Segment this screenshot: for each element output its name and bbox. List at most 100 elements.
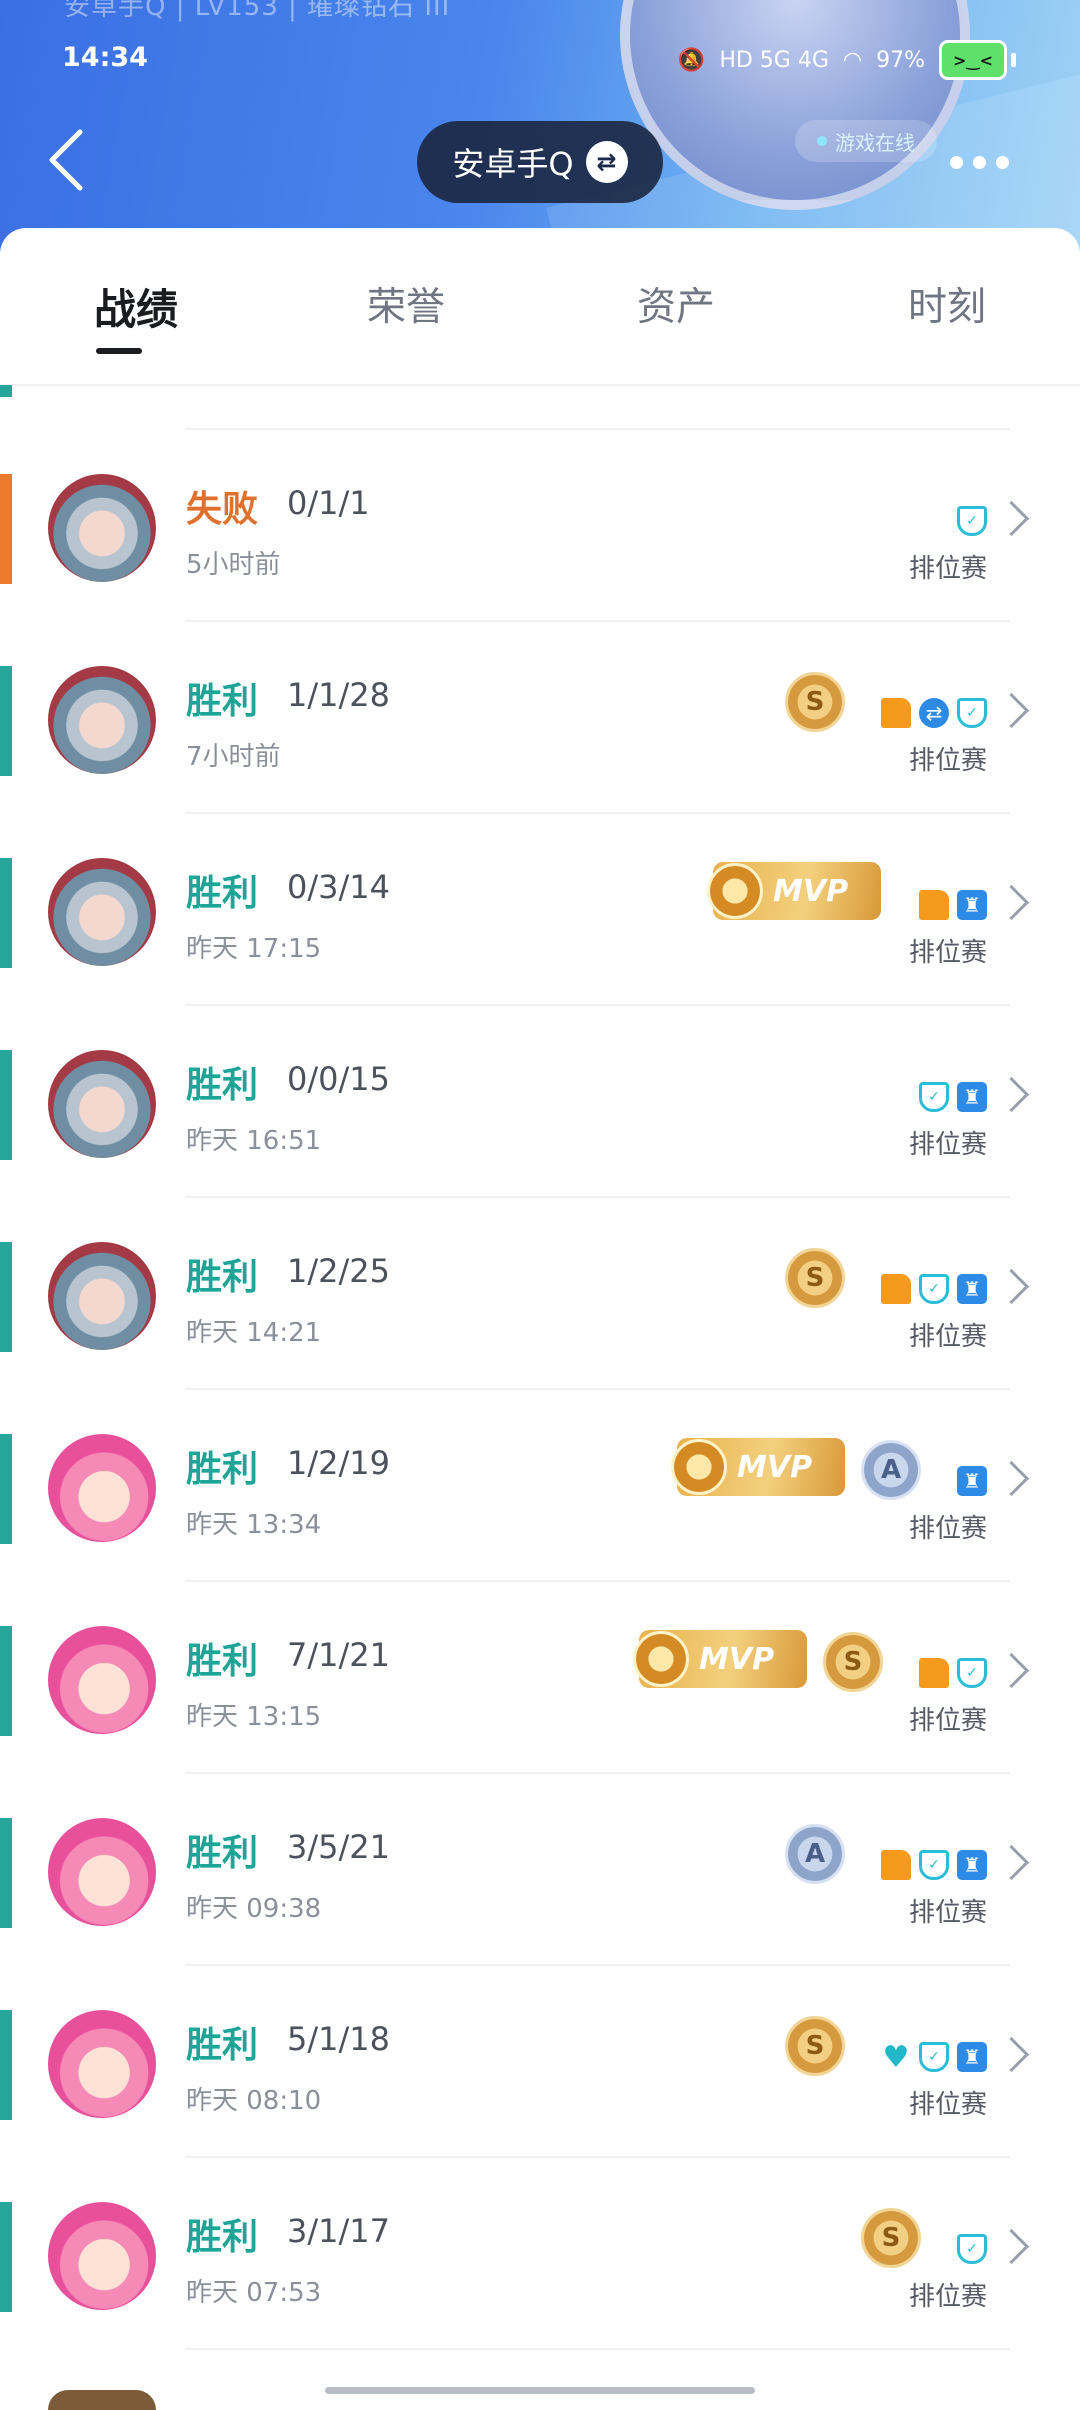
match-result: 胜利 [186, 2217, 259, 2258]
medal-s-icon: S [785, 2016, 845, 2076]
shield-icon: ✓ [957, 1658, 987, 1688]
match-row[interactable]: 胜利 3/5/21 昨天 09:38 排位赛 A ✓ ♜ [0, 1774, 1080, 1966]
hero-avatar [48, 2010, 156, 2118]
match-mode: 排位赛 [908, 1322, 987, 1352]
match-time: 昨天 14:21 [186, 1318, 322, 1348]
battery-icon: >‿< [939, 40, 1007, 80]
tower-icon: ♜ [957, 1466, 987, 1496]
chevron-right-icon [993, 1076, 1030, 1113]
tab-records[interactable]: 战绩 [94, 276, 178, 337]
mvp-badge-icon: MVP [633, 1630, 807, 1688]
match-time: 7小时前 [186, 742, 281, 772]
match-kda: 1/1/28 [287, 676, 390, 714]
home-indicator[interactable] [325, 2387, 755, 2394]
partial-avatar [48, 2390, 156, 2410]
match-row[interactable]: 胜利 1/1/28 7小时前 排位赛 S ⇄ ✓ [0, 622, 1080, 814]
match-mode: 排位赛 [908, 1898, 987, 1928]
match-mode: 排位赛 [908, 1130, 987, 1160]
hero-faint-text: 安卓手Q | LV153 | 璀璨钻石 III [64, 0, 451, 22]
match-row[interactable]: 胜利 7/1/21 昨天 13:15 排位赛 S MVP ✓ [0, 1582, 1080, 1774]
shield-icon: ✓ [919, 1850, 949, 1880]
match-time: 昨天 09:38 [186, 1894, 322, 1924]
match-result: 胜利 [186, 1257, 259, 1298]
match-row[interactable]: 胜利 1/2/25 昨天 14:21 排位赛 S ✓ ♜ [0, 1198, 1080, 1390]
match-mode: 排位赛 [908, 746, 987, 776]
match-kda: 1/2/25 [287, 1252, 390, 1290]
tower-icon: ♜ [957, 2042, 987, 2072]
match-row[interactable]: 胜利 5/1/18 昨天 08:10 排位赛 S ♥ ✓ ♜ [0, 1966, 1080, 2158]
flag-icon [881, 698, 911, 728]
result-accent-bar [0, 666, 12, 776]
match-row[interactable]: 胜利 0/3/14 昨天 17:15 排位赛 MVP ♜ [0, 814, 1080, 1006]
match-mode: 排位赛 [908, 2090, 987, 2120]
partial-row-accent [0, 385, 12, 397]
match-tags: ✓ ♜ [881, 1274, 987, 1304]
medal-s-icon: S [861, 2208, 921, 2268]
match-tags: ♜ [957, 1466, 987, 1496]
match-row[interactable]: 胜利 0/0/15 昨天 16:51 排位赛 ✓ ♜ [0, 1006, 1080, 1198]
row-divider [185, 2348, 1010, 2350]
account-switcher-button[interactable]: 安卓手Q ⇄ [417, 121, 663, 203]
match-kda: 3/1/17 [287, 2212, 390, 2250]
chevron-right-icon [993, 2228, 1030, 2265]
shield-icon: ✓ [919, 2042, 949, 2072]
match-result: 胜利 [186, 1833, 259, 1874]
result-accent-bar [0, 1242, 12, 1352]
mvp-badge-icon: MVP [671, 1438, 845, 1496]
result-accent-bar [0, 858, 12, 968]
result-accent-bar [0, 1818, 12, 1928]
match-tags: ⇄ ✓ [881, 698, 987, 728]
match-result: 胜利 [186, 1065, 259, 1106]
tab-assets[interactable]: 资产 [637, 276, 715, 332]
tab-active-indicator [96, 348, 142, 354]
hero-avatar [48, 1050, 156, 1158]
match-row[interactable]: 胜利 3/1/17 昨天 07:53 排位赛 S ✓ [0, 2158, 1080, 2350]
tower-icon: ♜ [957, 1850, 987, 1880]
shield-icon: ✓ [919, 1274, 949, 1304]
mute-icon: 🔕 [677, 47, 706, 73]
medal-s-icon: S [823, 1632, 883, 1692]
match-time: 昨天 13:15 [186, 1702, 322, 1732]
match-result: 胜利 [186, 873, 259, 914]
tab-honors[interactable]: 荣誉 [367, 276, 445, 332]
wifi-icon: ◠ [842, 47, 863, 73]
match-mode: 排位赛 [908, 2282, 987, 2312]
shield-icon: ✓ [957, 506, 987, 536]
match-tags: ✓ ♜ [881, 1850, 987, 1880]
back-arrow-icon[interactable] [46, 128, 86, 192]
shield-icon: ✓ [957, 698, 987, 728]
more-options-icon[interactable] [950, 156, 1009, 169]
swap-icon: ⇄ [919, 698, 949, 728]
chevron-right-icon [993, 1460, 1030, 1497]
match-time: 昨天 16:51 [186, 1126, 322, 1156]
tower-icon: ♜ [957, 1274, 987, 1304]
match-row[interactable]: 胜利 1/2/19 昨天 13:34 排位赛 A MVP ♜ [0, 1390, 1080, 1582]
match-kda: 3/5/21 [287, 1828, 390, 1866]
flag-icon [881, 1850, 911, 1880]
flag-icon [919, 890, 949, 920]
flag-icon [919, 1658, 949, 1688]
online-status-label: 游戏在线 [835, 130, 915, 155]
match-result: 胜利 [186, 1641, 259, 1682]
status-bar: 14:34 🔕 HD 5G 4G ◠ 97% >‿< [0, 40, 1080, 80]
tower-icon: ♜ [957, 1082, 987, 1112]
match-tags: ♜ [919, 890, 987, 920]
hero-avatar [48, 2202, 156, 2310]
match-tags: ✓ [919, 1658, 987, 1688]
result-accent-bar [0, 1050, 12, 1160]
match-tags: ✓ [957, 2234, 987, 2264]
medal-a-icon: A [861, 1440, 921, 1500]
match-row[interactable]: 失败 0/1/1 5小时前 排位赛 ✓ [0, 430, 1080, 622]
result-accent-bar [0, 1434, 12, 1544]
match-kda: 1/2/19 [287, 1444, 390, 1482]
result-accent-bar [0, 1626, 12, 1736]
hero-avatar [48, 1818, 156, 1926]
hero-avatar [48, 1626, 156, 1734]
medal-s-icon: S [785, 1248, 845, 1308]
result-accent-bar [0, 2010, 12, 2120]
match-time: 昨天 08:10 [186, 2086, 322, 2116]
match-mode: 排位赛 [908, 1706, 987, 1736]
hero-avatar [48, 666, 156, 774]
chevron-right-icon [993, 1652, 1030, 1689]
tab-moments[interactable]: 时刻 [908, 276, 986, 332]
